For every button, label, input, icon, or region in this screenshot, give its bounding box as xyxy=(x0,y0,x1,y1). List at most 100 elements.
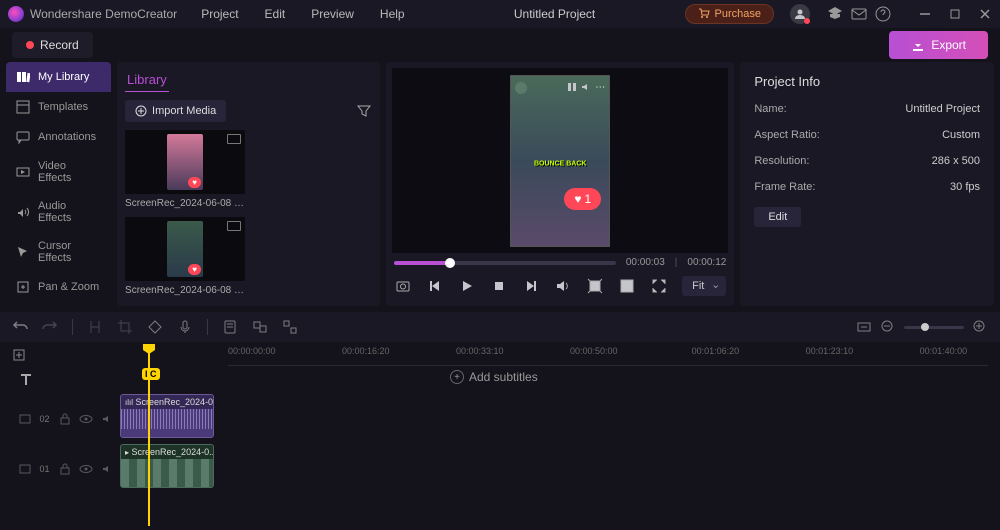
zoom-slider[interactable] xyxy=(904,326,964,329)
volume-button[interactable] xyxy=(554,277,572,295)
templates-icon xyxy=(16,100,30,114)
library-panel: Library Import Media ♥ ScreenRec_2024-06… xyxy=(117,62,380,306)
import-icon xyxy=(135,105,147,117)
media-item[interactable]: ♥ ScreenRec_2024-06-08 04-39... xyxy=(125,217,245,296)
subtitle-marker[interactable]: I C xyxy=(142,368,160,380)
project-name-value: Untitled Project xyxy=(905,103,980,115)
timeline: 00:00:00:00 00:00:16:20 00:00:33:10 00:0… xyxy=(0,342,1000,502)
timeline-toolbar xyxy=(0,312,1000,342)
mute-icon[interactable] xyxy=(101,412,115,426)
record-dot-icon xyxy=(26,41,34,49)
pause-mini-icon xyxy=(567,82,577,92)
split-icon[interactable] xyxy=(87,319,103,335)
app-logo xyxy=(8,6,24,22)
aspect-ratio-value: Custom xyxy=(942,129,980,141)
sidebar-item-transitions[interactable]: Transitions xyxy=(6,302,111,306)
playhead[interactable] xyxy=(148,346,150,526)
fit-mode-select[interactable]: Fit xyxy=(682,276,726,296)
sidebar: My Library Templates Annotations Video E… xyxy=(6,62,111,306)
subtitle-track: I C +Add subtitles xyxy=(12,366,988,394)
track-number: 01 xyxy=(40,464,50,474)
titlebar: Wondershare DemoCreator Project Edit Pre… xyxy=(0,0,1000,28)
current-time: 00:00:03 xyxy=(626,257,665,268)
safe-zone-button[interactable] xyxy=(618,277,636,295)
purchase-button[interactable]: Purchase xyxy=(685,4,774,24)
user-avatar-icon[interactable] xyxy=(790,4,810,24)
annotations-icon xyxy=(16,130,30,144)
media-item[interactable]: ♥ ScreenRec_2024-06-08 04-37... xyxy=(125,130,245,209)
close-button[interactable] xyxy=(978,7,992,21)
video-clip[interactable]: ▸ ScreenRec_2024-0... xyxy=(120,444,214,488)
voiceover-icon[interactable] xyxy=(177,319,193,335)
stop-button[interactable] xyxy=(490,277,508,295)
prev-frame-button[interactable] xyxy=(426,277,444,295)
redo-icon[interactable] xyxy=(42,319,58,335)
track-type-icon xyxy=(18,412,32,426)
lock-icon[interactable] xyxy=(58,462,72,476)
menu-project[interactable]: Project xyxy=(201,7,238,21)
fullscreen-button[interactable] xyxy=(650,277,668,295)
library-tab[interactable]: Library xyxy=(125,68,169,92)
menu-preview[interactable]: Preview xyxy=(311,7,354,21)
crop-tl-icon[interactable] xyxy=(117,319,133,335)
sidebar-item-audio-effects[interactable]: Audio Effects xyxy=(6,192,111,232)
preview-canvas[interactable]: ⋯ BOUNCE BACK ♥ 1 xyxy=(392,68,728,253)
edit-project-button[interactable]: Edit xyxy=(754,207,801,227)
text-track-icon[interactable] xyxy=(18,372,34,388)
track-number: 02 xyxy=(40,414,50,424)
detach-icon[interactable] xyxy=(282,319,298,335)
timeline-ruler[interactable]: 00:00:00:00 00:00:16:20 00:00:33:10 00:0… xyxy=(228,346,988,366)
avatar-icon xyxy=(515,82,527,94)
import-media-button[interactable]: Import Media xyxy=(125,100,226,122)
delete-icon[interactable] xyxy=(147,319,163,335)
group-icon[interactable] xyxy=(252,319,268,335)
pan-zoom-icon xyxy=(16,280,30,294)
visibility-icon[interactable] xyxy=(79,462,93,476)
sidebar-item-library[interactable]: My Library xyxy=(6,62,111,92)
track-01: 01 ▸ ScreenRec_2024-0... xyxy=(12,444,988,494)
mail-icon[interactable] xyxy=(850,5,868,23)
cursor-fx-icon xyxy=(16,245,30,259)
sidebar-item-pan-zoom[interactable]: Pan & Zoom xyxy=(6,272,111,302)
track-type-icon xyxy=(18,462,32,476)
menu-edit[interactable]: Edit xyxy=(265,7,286,21)
crop-button[interactable] xyxy=(586,277,604,295)
like-badge: ♥ 1 xyxy=(564,188,601,210)
filter-icon[interactable] xyxy=(356,103,372,119)
snapshot-button[interactable] xyxy=(394,277,412,295)
audio-fx-icon xyxy=(16,205,30,219)
volume-mini-icon xyxy=(581,82,591,92)
overlay-text: BOUNCE BACK xyxy=(534,160,587,167)
maximize-button[interactable] xyxy=(948,7,962,21)
progress-bar[interactable]: 00:00:03 | 00:00:12 xyxy=(392,253,728,272)
cart-icon xyxy=(698,8,710,20)
sidebar-item-cursor-effects[interactable]: Cursor Effects xyxy=(6,232,111,272)
total-time: 00:00:12 xyxy=(687,257,726,268)
sidebar-item-video-effects[interactable]: Video Effects xyxy=(6,152,111,192)
marker-icon[interactable] xyxy=(222,319,238,335)
preview-panel: ⋯ BOUNCE BACK ♥ 1 00:00:03 | 00:00:12 xyxy=(386,62,734,306)
zoom-in-icon[interactable] xyxy=(972,319,988,335)
lock-icon[interactable] xyxy=(58,412,72,426)
resolution-value: 286 x 500 xyxy=(932,155,980,167)
next-frame-button[interactable] xyxy=(522,277,540,295)
library-icon xyxy=(16,70,30,84)
fit-timeline-icon[interactable] xyxy=(856,319,872,335)
sidebar-item-templates[interactable]: Templates xyxy=(6,92,111,122)
add-track-icon[interactable] xyxy=(12,348,26,362)
audio-clip[interactable]: ılıl ScreenRec_2024-0... xyxy=(120,394,214,438)
sidebar-item-annotations[interactable]: Annotations xyxy=(6,122,111,152)
mute-icon[interactable] xyxy=(101,462,115,476)
record-button[interactable]: Record xyxy=(12,32,93,58)
play-button[interactable] xyxy=(458,277,476,295)
undo-icon[interactable] xyxy=(12,319,28,335)
zoom-out-icon[interactable] xyxy=(880,319,896,335)
export-button[interactable]: Export xyxy=(889,31,988,59)
support-icon[interactable] xyxy=(874,5,892,23)
minimize-button[interactable] xyxy=(918,7,932,21)
add-subtitles-button[interactable]: +Add subtitles xyxy=(450,370,538,384)
menu-help[interactable]: Help xyxy=(380,7,405,21)
preview-video: ⋯ BOUNCE BACK ♥ 1 xyxy=(510,75,610,247)
academy-icon[interactable] xyxy=(826,5,844,23)
visibility-icon[interactable] xyxy=(79,412,93,426)
